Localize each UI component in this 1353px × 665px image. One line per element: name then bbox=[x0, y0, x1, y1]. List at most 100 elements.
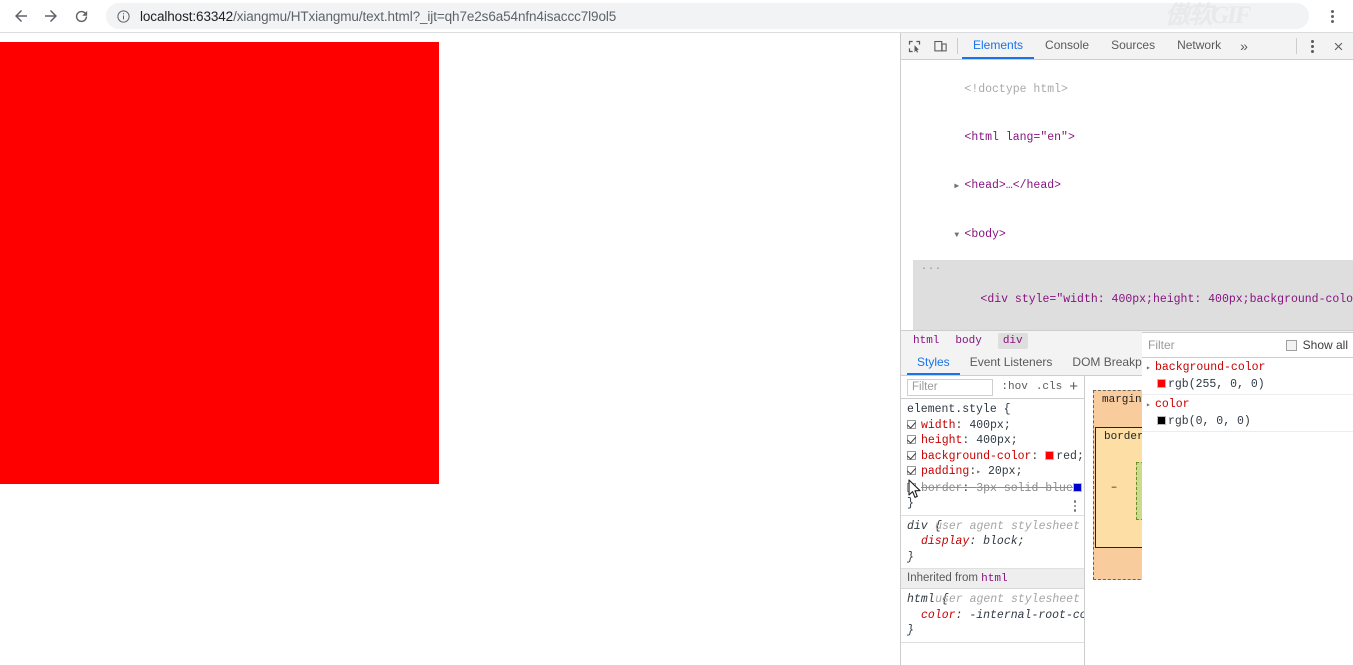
dom-tree[interactable]: <!doctype html> <html lang="en"> ▶ <head>… bbox=[901, 60, 1353, 330]
devtools-menu-icon bbox=[1310, 39, 1314, 43]
browser-toolbar: localhost:63342/xiangmu/HTxiangmu/text.h… bbox=[0, 0, 1353, 33]
dom-line-selected-div-cont[interactable]: padding: 20px;/* border: 3px solid blue;… bbox=[913, 324, 1353, 330]
inspect-element-button[interactable] bbox=[901, 33, 927, 59]
rule-source[interactable]: user agent stylesheet bbox=[935, 592, 1080, 608]
close-icon bbox=[1334, 42, 1342, 50]
border-left-value[interactable]: – bbox=[1100, 482, 1128, 494]
show-all-label[interactable]: Show all bbox=[1303, 338, 1348, 352]
declaration-value[interactable]: 400px bbox=[969, 419, 1004, 432]
declaration-width[interactable]: width: 400px; bbox=[907, 418, 1084, 434]
color-swatch[interactable] bbox=[1157, 415, 1166, 425]
body-open-tag: <body> bbox=[964, 228, 1006, 241]
declaration-checkbox[interactable] bbox=[907, 466, 916, 475]
declaration-display: display: block; bbox=[921, 535, 1025, 548]
devtools-menu-button[interactable] bbox=[1301, 33, 1323, 59]
expand-body-arrow[interactable]: ▼ bbox=[954, 228, 964, 244]
expand-head-arrow[interactable]: ▶ bbox=[954, 179, 964, 195]
sidebar-tab-event-listeners[interactable]: Event Listeners bbox=[960, 351, 1063, 375]
declaration-name: border bbox=[921, 481, 963, 495]
rule-div-ua: div { user agent stylesheet display: blo… bbox=[901, 516, 1084, 569]
computed-property-value-row: rgb(0, 0, 0) bbox=[1146, 414, 1353, 430]
color-swatch-red[interactable] bbox=[1045, 450, 1055, 460]
info-circle-icon[interactable] bbox=[116, 9, 131, 24]
head-tag: <head>…</head> bbox=[964, 179, 1062, 192]
computed-property-name: background-color bbox=[1155, 361, 1266, 374]
declaration-height[interactable]: height: 400px; bbox=[907, 433, 1084, 449]
box-model-border-label: border bbox=[1104, 431, 1144, 443]
color-swatch-blue[interactable] bbox=[1072, 482, 1082, 492]
declaration-value[interactable]: 20px bbox=[988, 465, 1016, 478]
computed-filter-bar: Filter Show all bbox=[1142, 333, 1353, 358]
declaration-padding[interactable]: padding:▸ 20px; bbox=[907, 464, 1084, 481]
expand-arrow[interactable]: ▸ bbox=[1146, 361, 1155, 377]
declaration-border[interactable]: border: 3px solid blue; bbox=[907, 481, 1084, 497]
devtools-tabbar: Elements Console Sources Network » bbox=[901, 33, 1353, 60]
box-model-margin-label: margin bbox=[1102, 394, 1142, 406]
declaration-name: display bbox=[921, 535, 970, 548]
dom-collapsed-dots[interactable]: ··· bbox=[921, 262, 942, 278]
chrome-menu-button[interactable] bbox=[1317, 1, 1347, 31]
rule-close-brace: } bbox=[907, 624, 914, 637]
hov-toggle[interactable]: :hov bbox=[997, 381, 1031, 393]
breadcrumb-div[interactable]: div bbox=[997, 333, 1028, 349]
new-style-rule-button[interactable]: + bbox=[1066, 379, 1084, 394]
close-devtools-button[interactable] bbox=[1323, 33, 1353, 59]
reload-button[interactable] bbox=[66, 1, 96, 31]
rule-selector: element.style { bbox=[907, 403, 1011, 416]
computed-properties-pane: Filter Show all ▸ background-color rgb(25… bbox=[1142, 332, 1353, 665]
computed-filter-input[interactable]: Filter bbox=[1148, 338, 1286, 352]
breadcrumb-html[interactable]: html bbox=[913, 335, 939, 347]
inherited-from-header: Inherited from html bbox=[901, 569, 1084, 589]
declaration-value[interactable]: 400px bbox=[976, 434, 1011, 447]
declaration-checkbox[interactable] bbox=[907, 450, 916, 460]
declaration-checkbox-border[interactable] bbox=[907, 482, 916, 492]
color-swatch[interactable] bbox=[1157, 378, 1166, 388]
back-button[interactable] bbox=[6, 1, 36, 31]
declaration-name: height bbox=[921, 434, 963, 447]
breadcrumb-body[interactable]: body bbox=[955, 335, 981, 347]
dom-line-selected-div[interactable]: ··· <div style="width: 400px;height: 400… bbox=[913, 260, 1353, 324]
inherited-source[interactable]: html bbox=[981, 573, 1007, 585]
computed-property-value: rgb(0, 0, 0) bbox=[1168, 414, 1251, 428]
styles-filter-input[interactable]: Filter bbox=[907, 378, 994, 396]
declaration-checkbox[interactable] bbox=[907, 419, 916, 429]
tab-console[interactable]: Console bbox=[1034, 33, 1100, 59]
declaration-value[interactable]: red bbox=[1056, 450, 1077, 463]
address-bar[interactable]: localhost:63342/xiangmu/HTxiangmu/text.h… bbox=[106, 3, 1309, 29]
rule-close-brace: } bbox=[907, 550, 914, 564]
rule-source[interactable]: user agent stylesheet bbox=[935, 519, 1080, 535]
html-open-tag: <html lang="en"> bbox=[964, 131, 1075, 144]
tab-network[interactable]: Network bbox=[1166, 33, 1232, 59]
sidebar-tab-styles[interactable]: Styles bbox=[907, 351, 960, 375]
computed-property-value-row: rgb(255, 0, 0) bbox=[1146, 377, 1353, 393]
show-all-checkbox[interactable] bbox=[1285, 339, 1297, 351]
url-path: /xiangmu/HTxiangmu/text.html?_ijt=qh7e2s… bbox=[233, 8, 617, 24]
selected-div-line-1: <div style="width: 400px;height: 400px;b… bbox=[980, 293, 1353, 306]
computed-property-background-color[interactable]: ▸ background-color rgb(255, 0, 0) bbox=[1142, 358, 1353, 395]
rule-menu-button[interactable] bbox=[1073, 499, 1076, 513]
dom-line-head[interactable]: ▶ <head>…</head> bbox=[913, 162, 1353, 211]
computed-property-color[interactable]: ▸ color rgb(0, 0, 0) bbox=[1142, 395, 1353, 432]
reload-icon bbox=[75, 10, 87, 22]
tabs-overflow-button[interactable]: » bbox=[1232, 33, 1256, 59]
declaration-value: -internal-root-color bbox=[969, 608, 1084, 622]
tab-sources[interactable]: Sources bbox=[1100, 33, 1166, 59]
declaration-value: block bbox=[983, 535, 1018, 548]
declaration-name: padding bbox=[921, 465, 970, 478]
forward-button[interactable] bbox=[36, 1, 66, 31]
dom-line-doctype[interactable]: <!doctype html> bbox=[913, 66, 1353, 114]
dom-line-html-open[interactable]: <html lang="en"> bbox=[913, 114, 1353, 162]
dom-line-body-open[interactable]: ▼ <body> bbox=[913, 211, 1353, 260]
expand-arrow[interactable]: ▸ bbox=[1146, 398, 1155, 414]
declaration-name: color bbox=[921, 608, 956, 622]
cls-toggle[interactable]: .cls bbox=[1032, 381, 1066, 393]
declaration-value[interactable]: 3px solid blue bbox=[976, 482, 1073, 495]
tab-elements[interactable]: Elements bbox=[962, 33, 1035, 59]
rule-close-brace: } bbox=[907, 497, 914, 510]
declaration-checkbox[interactable] bbox=[907, 435, 916, 444]
inspect-element-icon bbox=[908, 40, 920, 53]
declaration-background-color[interactable]: background-color: red; bbox=[907, 449, 1084, 465]
toolbar-divider-2 bbox=[1296, 38, 1297, 54]
device-toolbar-button[interactable] bbox=[927, 33, 953, 59]
